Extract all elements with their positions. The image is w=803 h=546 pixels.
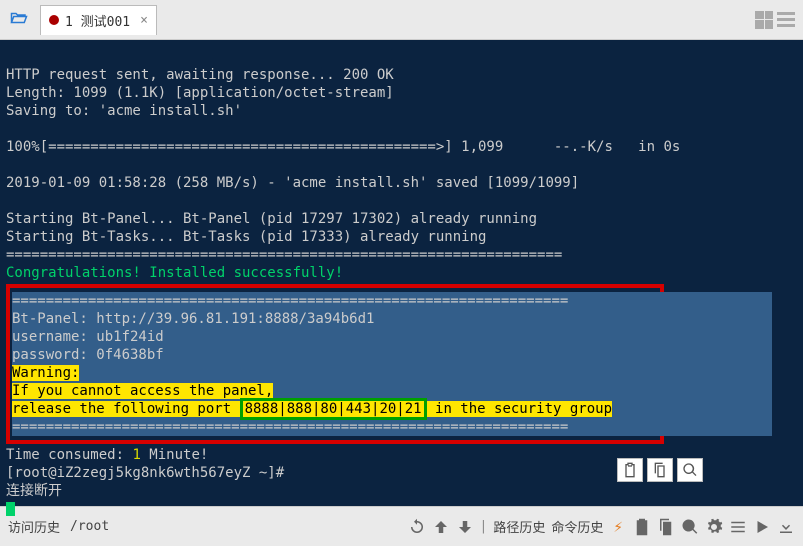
divider-line: ========================================… <box>12 418 772 436</box>
play-icon[interactable] <box>753 518 771 536</box>
terminal-actions <box>617 458 703 482</box>
status-bar: 访问历史 /root | 路径历史 命令历史 ⚡ <box>0 506 803 546</box>
search-icon[interactable] <box>681 518 699 536</box>
path-history-button[interactable]: 路径历史 <box>493 517 545 536</box>
command-history-button[interactable]: 命令历史 <box>551 517 603 536</box>
warning-label: Warning: <box>12 365 79 381</box>
copy-button[interactable] <box>647 458 673 482</box>
ports-list: 8888|888|80|443|20|21 <box>240 398 427 420</box>
panel-username: username: ub1f24id <box>12 328 772 346</box>
tab-test001[interactable]: 1 测试001 × <box>40 5 157 35</box>
panel-url: Bt-Panel: http://39.96.81.191:8888/3a94b… <box>12 310 772 328</box>
time-consumed: Time consumed: 1 Minute! <box>6 447 208 463</box>
folder-open-icon[interactable] <box>8 9 30 31</box>
success-message: Congratulations! Installed successfully! <box>6 265 343 281</box>
paste-button[interactable] <box>617 458 643 482</box>
down-arrow-icon[interactable] <box>456 518 474 536</box>
divider-line: ========================================… <box>12 292 772 310</box>
top-bar: 1 测试001 × <box>0 0 803 40</box>
refresh-icon[interactable] <box>408 518 426 536</box>
panel-password: password: 0f4638bf <box>12 346 772 364</box>
list-view-icon[interactable] <box>777 11 795 29</box>
tab-label: 1 测试001 <box>65 11 130 30</box>
grid-view-icon[interactable] <box>755 11 773 29</box>
visit-history-button[interactable]: 访问历史 <box>8 517 60 536</box>
output-line: Starting Bt-Panel... Bt-Panel (pid 17297… <box>6 211 537 227</box>
terminal-output[interactable]: HTTP request sent, awaiting response... … <box>0 40 803 506</box>
download-icon[interactable] <box>777 518 795 536</box>
toolbar-icons: | 路径历史 命令历史 ⚡ <box>408 517 796 536</box>
credentials-box: ========================================… <box>6 284 664 444</box>
warning-line: If you cannot access the panel, <box>12 383 273 399</box>
output-line: Saving to: 'acme install.sh' <box>6 103 242 119</box>
warning-line: in the security group <box>427 401 612 417</box>
bolt-icon[interactable]: ⚡ <box>613 517 623 536</box>
cursor-icon <box>6 502 15 516</box>
shell-prompt: [root@iZ2zegj5kg8nk6wth567eyZ ~]# <box>6 465 284 481</box>
modified-indicator-icon <box>49 15 59 25</box>
current-path[interactable]: /root <box>70 519 109 534</box>
up-arrow-icon[interactable] <box>432 518 450 536</box>
output-line: 100%[===================================… <box>6 139 680 155</box>
view-mode-toggle <box>755 11 795 29</box>
clipboard-icon[interactable] <box>633 518 651 536</box>
copy-icon[interactable] <box>657 518 675 536</box>
output-line: ========================================… <box>6 247 562 263</box>
output-line: HTTP request sent, awaiting response... … <box>6 67 394 83</box>
output-line: Starting Bt-Tasks... Bt-Tasks (pid 17333… <box>6 229 486 245</box>
output-line: 2019-01-09 01:58:28 (258 MB/s) - 'acme i… <box>6 175 579 191</box>
output-line: Length: 1099 (1.1K) [application/octet-s… <box>6 85 394 101</box>
hamburger-icon[interactable] <box>729 518 747 536</box>
disconnect-message: 连接断开 <box>6 483 62 499</box>
gear-icon[interactable] <box>705 518 723 536</box>
search-button[interactable] <box>677 458 703 482</box>
warning-line: release the following port <box>12 401 240 417</box>
close-icon[interactable]: × <box>140 13 148 28</box>
